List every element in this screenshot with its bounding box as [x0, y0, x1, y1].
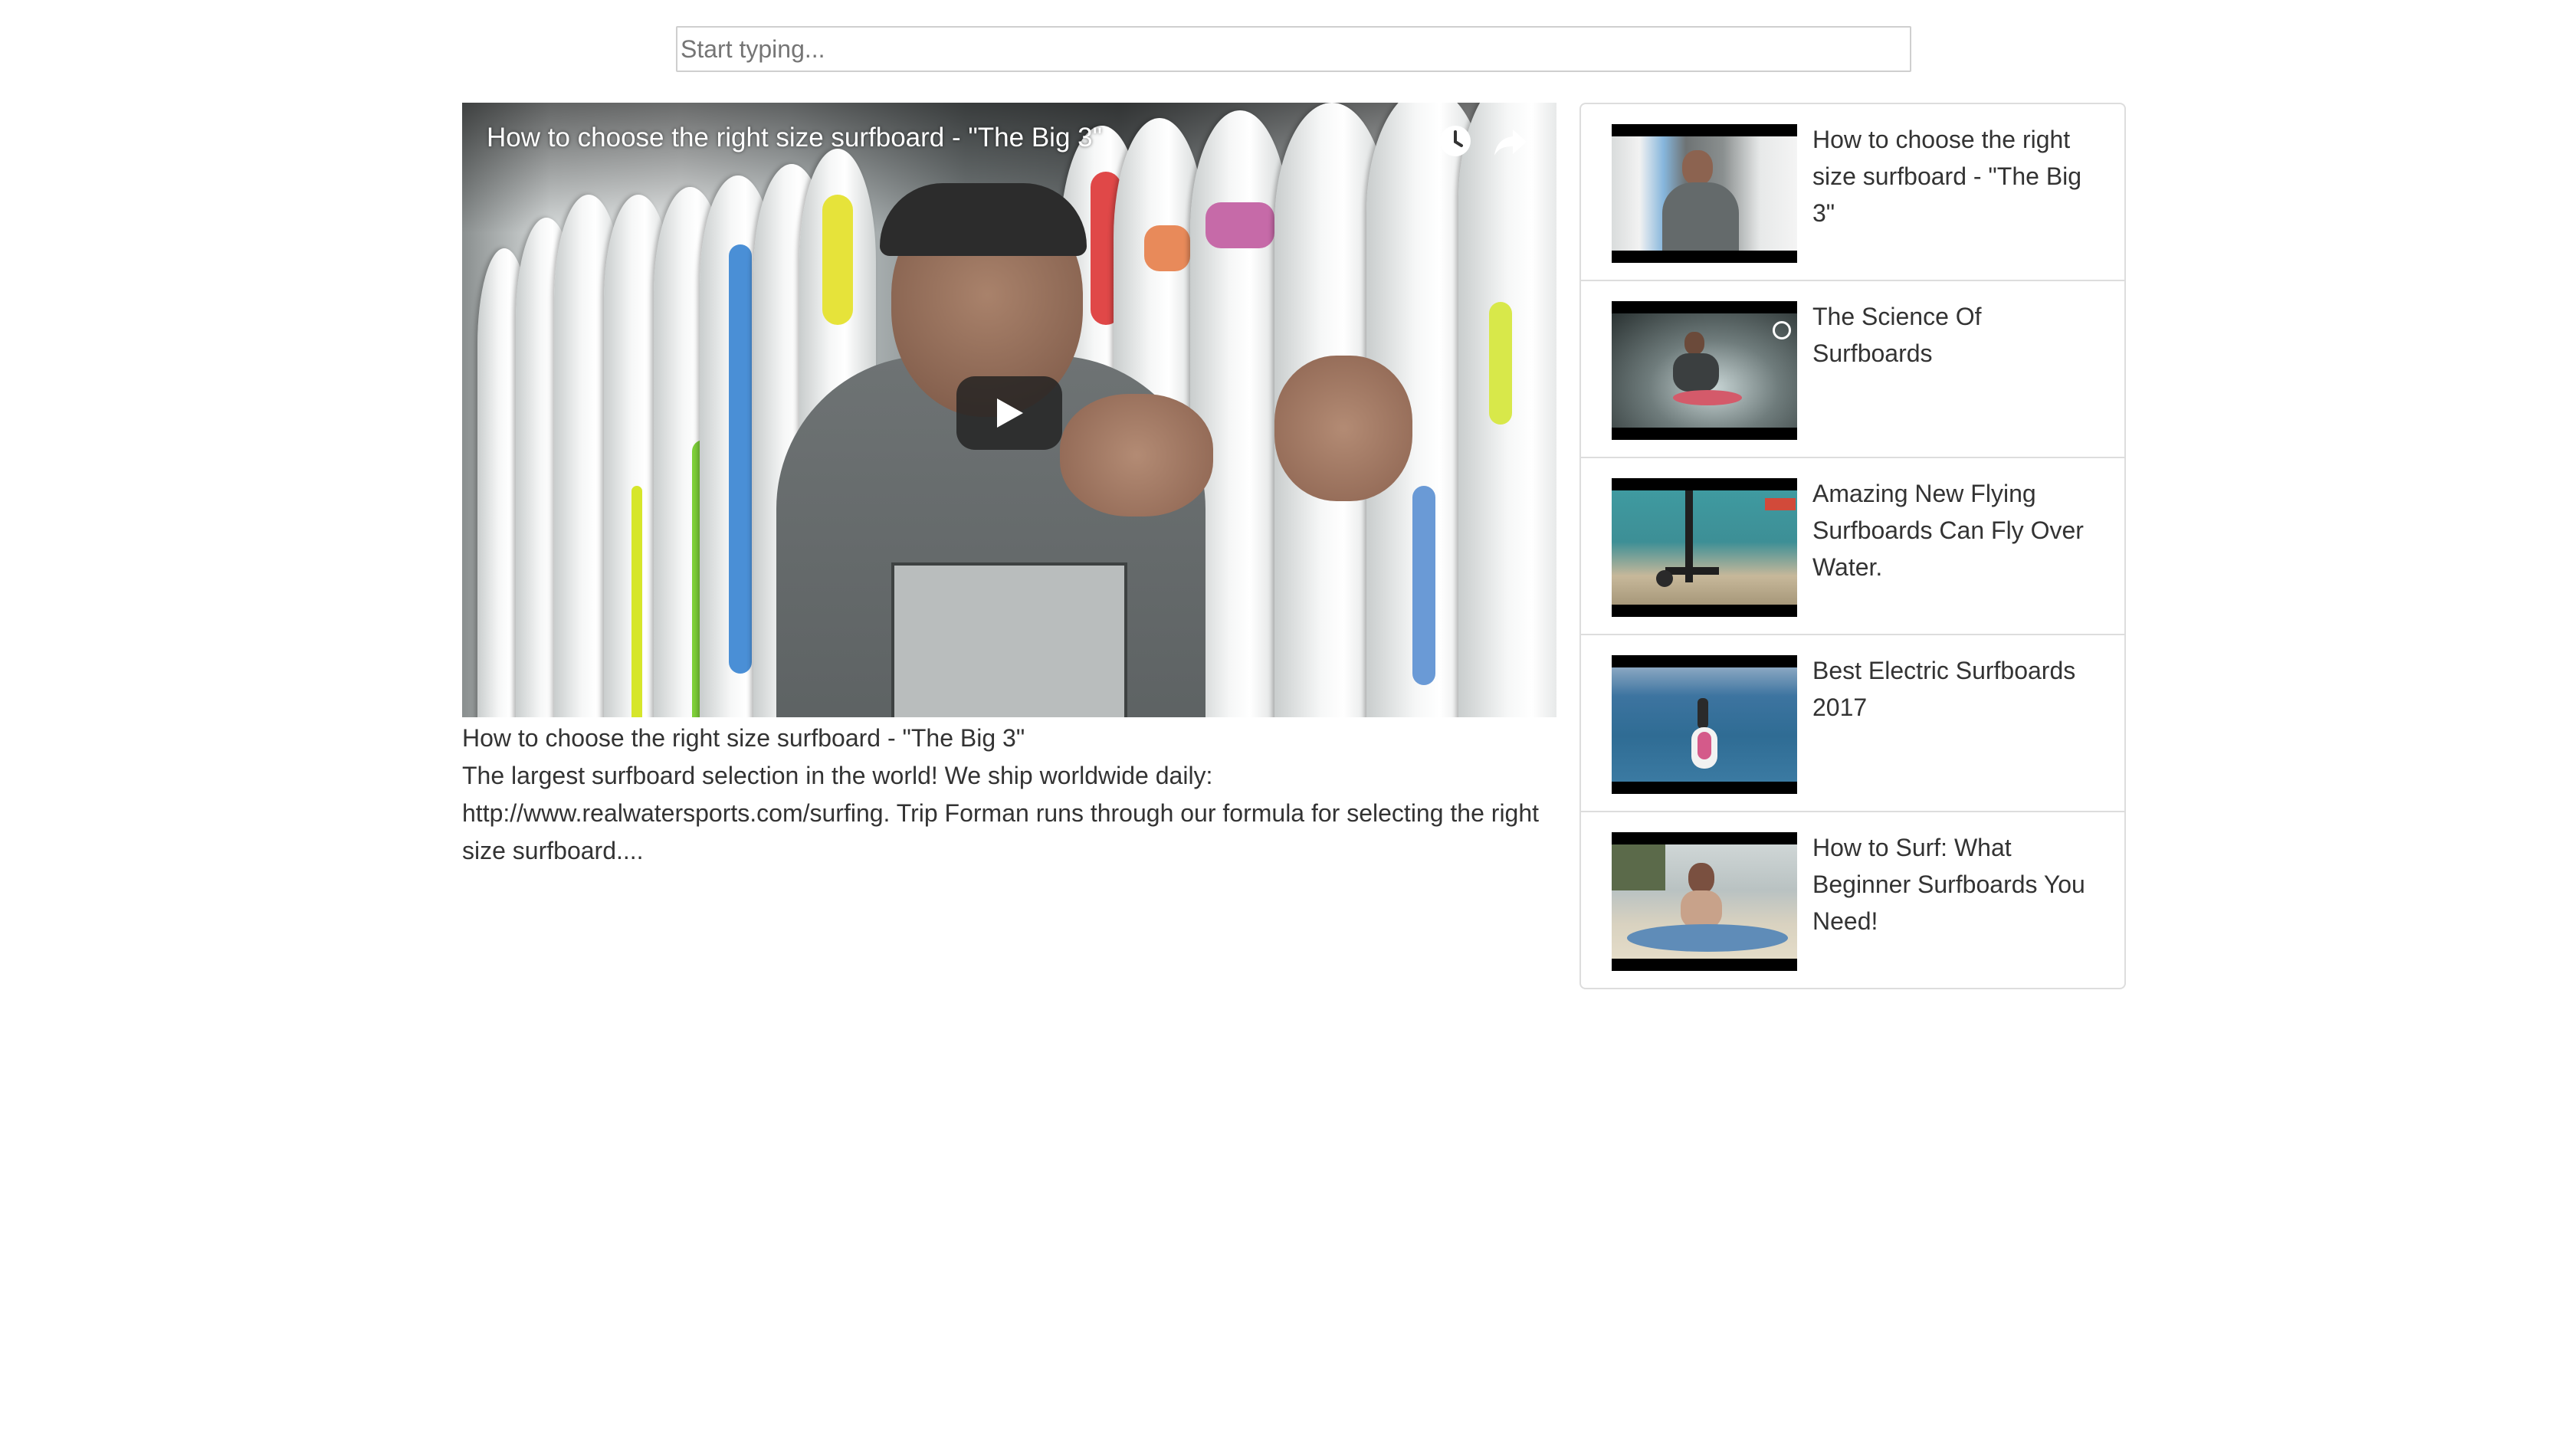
video-list-item[interactable]: Amazing New Flying Surfboards Can Fly Ov…: [1581, 458, 2124, 635]
video-list: How to choose the right size surfboard -…: [1579, 103, 2126, 989]
watch-later-icon[interactable]: [1432, 118, 1478, 164]
search-input[interactable]: [676, 26, 1911, 72]
video-thumbnail[interactable]: [1612, 478, 1797, 617]
video-thumbnail[interactable]: [1612, 832, 1797, 971]
video-detail-title: How to choose the right size surfboard -…: [462, 724, 1025, 752]
video-list-item-title[interactable]: Best Electric Surfboards 2017: [1812, 652, 2104, 726]
share-icon[interactable]: [1488, 118, 1534, 164]
play-button[interactable]: [956, 376, 1062, 450]
video-list-item[interactable]: How to choose the right size surfboard -…: [1581, 104, 2124, 281]
video-thumbnail[interactable]: [1612, 655, 1797, 794]
search-bar: [676, 26, 1911, 72]
video-thumbnail[interactable]: [1612, 301, 1797, 440]
video-list-item-title[interactable]: Amazing New Flying Surfboards Can Fly Ov…: [1812, 475, 2104, 585]
video-detail-description: The largest surfboard selection in the w…: [462, 762, 1540, 864]
video-list-item-title[interactable]: How to Surf: What Beginner Surfboards Yo…: [1812, 829, 2104, 940]
video-list-item[interactable]: How to Surf: What Beginner Surfboards Yo…: [1581, 812, 2124, 988]
video-player[interactable]: How to choose the right size surfboard -…: [462, 103, 1556, 717]
player-title[interactable]: How to choose the right size surfboard -…: [487, 123, 1102, 153]
video-list-item-title[interactable]: How to choose the right size surfboard -…: [1812, 121, 2104, 231]
video-list-item[interactable]: Best Electric Surfboards 2017: [1581, 635, 2124, 812]
video-detail: How to choose the right size surfboard -…: [462, 720, 1556, 870]
video-thumbnail[interactable]: [1612, 124, 1797, 263]
video-list-item[interactable]: The Science Of Surfboards: [1581, 281, 2124, 458]
video-list-item-title[interactable]: The Science Of Surfboards: [1812, 298, 2104, 372]
play-icon: [997, 398, 1023, 428]
